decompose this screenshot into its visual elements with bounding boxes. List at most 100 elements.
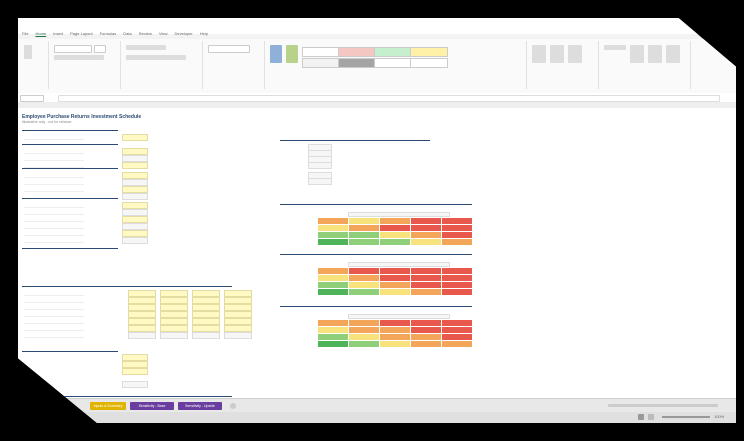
input-cell[interactable] <box>122 179 148 186</box>
heatmap-cell[interactable] <box>411 239 441 245</box>
style-check-cell[interactable] <box>338 58 376 68</box>
heatmap-cell[interactable] <box>318 218 348 224</box>
table-cell[interactable] <box>192 297 220 304</box>
heatmap-cell[interactable] <box>380 282 410 288</box>
input-cell[interactable] <box>122 223 148 230</box>
heatmap-cell[interactable] <box>349 327 379 333</box>
ribbon-tab-review[interactable]: Review <box>139 31 152 39</box>
table-cell[interactable] <box>192 304 220 311</box>
heatmap-cell[interactable] <box>411 289 441 295</box>
heatmap-cell[interactable] <box>442 341 472 347</box>
heatmap-cell[interactable] <box>442 239 472 245</box>
heatmap-cell[interactable] <box>380 239 410 245</box>
tab-inputs-summary[interactable]: Inputs & Summary <box>90 402 126 410</box>
input-cell[interactable] <box>122 209 148 216</box>
table-cell[interactable] <box>224 332 252 339</box>
zoom-slider[interactable] <box>662 416 710 418</box>
input-cell[interactable] <box>122 354 148 361</box>
heatmap-cell[interactable] <box>411 320 441 326</box>
table-cell[interactable] <box>192 290 220 297</box>
input-cell[interactable] <box>122 368 148 375</box>
heatmap-cell[interactable] <box>318 275 348 281</box>
heatmap-cell[interactable] <box>318 239 348 245</box>
ribbon-tab-insert[interactable]: Insert <box>53 31 63 39</box>
autosum-button[interactable] <box>604 45 626 50</box>
heatmap-cell[interactable] <box>442 275 472 281</box>
heatmap-cell[interactable] <box>349 268 379 274</box>
heatmap-cell[interactable] <box>349 232 379 238</box>
ribbon-tab-formulas[interactable]: Formulas <box>100 31 117 39</box>
heatmap-cell[interactable] <box>349 334 379 340</box>
heatmap-cell[interactable] <box>411 218 441 224</box>
table-cell[interactable] <box>160 290 188 297</box>
tab-scroll-right-icon[interactable] <box>34 403 40 409</box>
number-format-select[interactable] <box>208 45 250 53</box>
input-cell[interactable] <box>122 361 148 368</box>
heatmap-cell[interactable] <box>380 320 410 326</box>
heatmap-cell[interactable] <box>380 232 410 238</box>
font-format-buttons[interactable] <box>54 55 104 60</box>
conditional-format-button[interactable] <box>270 45 282 63</box>
heatmap-cell[interactable] <box>380 327 410 333</box>
sort-filter-button[interactable] <box>630 45 644 63</box>
heatmap-cell[interactable] <box>411 341 441 347</box>
input-cell[interactable] <box>122 148 148 155</box>
input-cell[interactable] <box>122 186 148 193</box>
style-calculation[interactable] <box>302 58 340 68</box>
heatmap-cell[interactable] <box>318 327 348 333</box>
heatmap-cell[interactable] <box>442 225 472 231</box>
alignment-buttons[interactable] <box>126 45 166 50</box>
table-cell[interactable] <box>192 325 220 332</box>
heatmap-cell[interactable] <box>318 320 348 326</box>
heatmap-cell[interactable] <box>442 232 472 238</box>
heatmap-cell[interactable] <box>411 327 441 333</box>
heatmap-cell[interactable] <box>380 341 410 347</box>
heatmap-cell[interactable] <box>442 289 472 295</box>
table-cell[interactable] <box>224 297 252 304</box>
input-cell[interactable] <box>122 216 148 223</box>
style-normal[interactable] <box>302 47 340 57</box>
ribbon-tab-page-layout[interactable]: Page Layout <box>70 31 92 39</box>
heatmap-cell[interactable] <box>380 225 410 231</box>
table-cell[interactable] <box>224 325 252 332</box>
heatmap-cell[interactable] <box>380 268 410 274</box>
input-cell[interactable] <box>122 162 148 169</box>
table-cell[interactable] <box>224 318 252 325</box>
format-as-table-button[interactable] <box>286 45 298 63</box>
table-cell[interactable] <box>128 325 156 332</box>
input-cell[interactable] <box>122 202 148 209</box>
heatmap-cell[interactable] <box>349 239 379 245</box>
name-box[interactable] <box>20 95 44 102</box>
table-cell[interactable] <box>160 304 188 311</box>
insert-cells-button[interactable] <box>532 45 546 63</box>
table-cell[interactable] <box>192 318 220 325</box>
ribbon-tab-help[interactable]: Help <box>200 31 208 39</box>
heatmap-cell[interactable] <box>349 289 379 295</box>
merge-button[interactable] <box>126 55 186 60</box>
tab-sensitivity-base[interactable]: Sensitivity - Base <box>130 402 174 410</box>
table-cell[interactable] <box>128 318 156 325</box>
heatmap-cell[interactable] <box>442 218 472 224</box>
table-cell[interactable] <box>192 311 220 318</box>
formula-input[interactable] <box>58 95 720 102</box>
input-cell[interactable] <box>122 237 148 244</box>
table-cell[interactable] <box>224 311 252 318</box>
format-cells-button[interactable] <box>568 45 582 63</box>
font-select[interactable] <box>54 45 92 53</box>
style-neutral[interactable] <box>410 47 448 57</box>
heatmap-cell[interactable] <box>411 232 441 238</box>
heatmap-cell[interactable] <box>318 334 348 340</box>
heatmap-cell[interactable] <box>380 275 410 281</box>
table-cell[interactable] <box>224 304 252 311</box>
heatmap-cell[interactable] <box>380 289 410 295</box>
heatmap-cell[interactable] <box>318 289 348 295</box>
heatmap-cell[interactable] <box>442 334 472 340</box>
find-select-button[interactable] <box>648 45 662 63</box>
heatmap-cell[interactable] <box>349 282 379 288</box>
horizontal-scrollbar[interactable] <box>608 404 718 407</box>
heatmap-cell[interactable] <box>411 334 441 340</box>
heatmap-cell[interactable] <box>442 282 472 288</box>
heatmap-cell[interactable] <box>411 268 441 274</box>
add-ins-button[interactable] <box>666 45 680 63</box>
heatmap-cell[interactable] <box>318 341 348 347</box>
